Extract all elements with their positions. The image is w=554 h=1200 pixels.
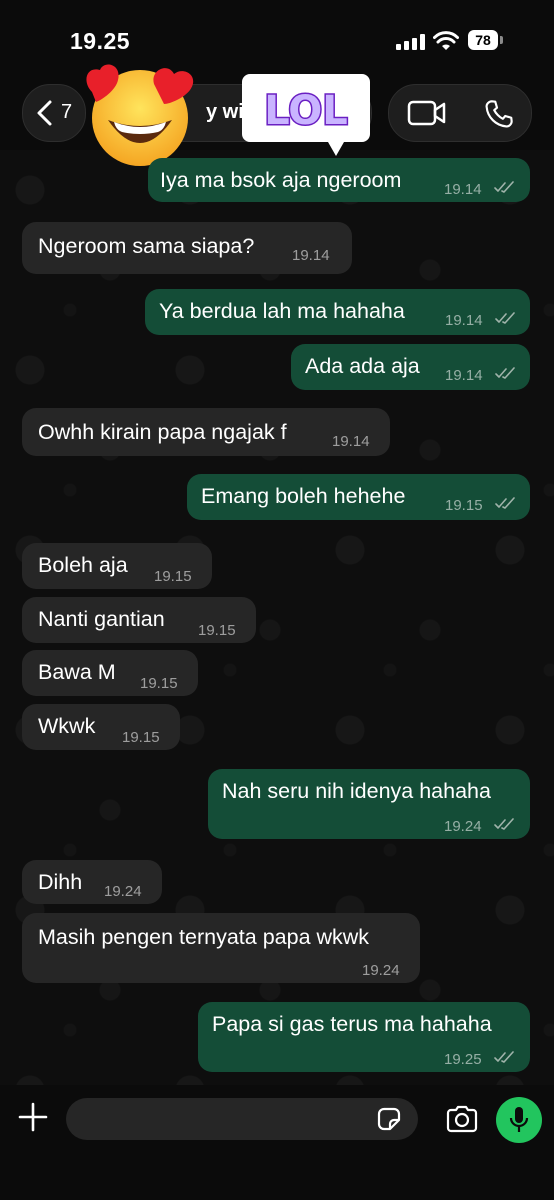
sticker-icon[interactable] [376,1106,402,1132]
camera-icon[interactable] [445,1105,479,1133]
incoming-message-bubble[interactable]: Boleh aja 19.15 [22,543,212,589]
phone-icon[interactable] [483,98,515,130]
read-ticks-icon [494,1051,514,1063]
message-text: Wkwk [38,714,96,738]
incoming-message-bubble[interactable]: Ngeroom sama siapa? 19.14 [22,222,352,274]
battery-level: 78 [468,30,498,50]
message-time: 19.15 [445,497,483,514]
read-ticks-icon [495,312,515,324]
message-time: 19.14 [292,247,330,264]
heart-eyes-emoji-icon [86,64,194,166]
message-text: Ya berdua lah ma hahaha [159,299,405,323]
message-time: 19.15 [122,729,160,746]
message-time: 19.24 [104,883,142,900]
incoming-message-bubble[interactable]: Bawa M 19.15 [22,650,198,696]
call-buttons [388,84,532,142]
microphone-icon [509,1107,529,1132]
message-time: 19.15 [154,568,192,585]
message-time: 19.14 [445,367,483,384]
incoming-message-bubble[interactable]: Nanti gantian 19.15 [22,597,256,643]
back-button[interactable]: 7 [22,84,86,142]
unread-count: 7 [61,101,73,123]
read-ticks-icon [495,497,515,509]
message-time: 19.15 [198,622,236,639]
message-text: Iya ma bsok aja ngeroom [160,168,402,192]
wifi-icon [433,30,459,52]
battery-icon: 78 [468,30,504,52]
message-input[interactable] [66,1098,418,1140]
outgoing-message-bubble[interactable]: Emang boleh hehehe 19.15 [187,474,530,520]
message-time: 19.24 [444,818,482,835]
chevron-left-icon [37,100,52,126]
cellular-signal-icon [396,34,426,50]
outgoing-message-bubble[interactable]: Ya berdua lah ma hahaha 19.14 [145,289,530,335]
incoming-message-bubble[interactable]: Masih pengen ternyata papa wkwk 19.24 [22,913,420,983]
outgoing-message-bubble[interactable]: Iya ma bsok aja ngeroom 19.14 [148,158,530,202]
video-camera-icon[interactable] [407,99,447,127]
outgoing-message-bubble[interactable]: Nah seru nih idenya hahaha 19.24 [208,769,530,839]
message-text: Boleh aja [38,553,128,577]
message-time: 19.25 [444,1051,482,1068]
read-ticks-icon [494,181,514,193]
status-time: 19.25 [70,28,131,54]
incoming-message-bubble[interactable]: Dihh 19.24 [22,860,162,904]
message-text: Nanti gantian [38,607,165,631]
message-text: Owhh kirain papa ngajak f [38,420,287,444]
outgoing-message-bubble[interactable]: Ada ada aja 19.14 [291,344,530,390]
composer-bar [0,1085,554,1200]
microphone-button[interactable] [496,1097,542,1143]
message-time: 19.14 [445,312,483,329]
message-text: Masih pengen ternyata papa wkwk [38,925,370,949]
message-time: 19.14 [444,181,482,198]
outgoing-message-bubble[interactable]: Papa si gas terus ma hahaha 19.25 [198,1002,530,1072]
lol-sticker-text: LOL [264,88,348,134]
message-text: Papa si gas terus ma hahaha [212,1012,492,1036]
plus-icon[interactable] [18,1102,48,1132]
lol-sticker: LOL [242,74,370,156]
message-time: 19.14 [332,433,370,450]
message-text: Emang boleh hehehe [201,484,406,508]
incoming-message-bubble[interactable]: Owhh kirain papa ngajak f 19.14 [22,408,390,456]
message-time: 19.24 [362,962,400,979]
read-ticks-icon [494,818,514,830]
message-text: Nah seru nih idenya hahaha [222,779,491,803]
message-text: Bawa M [38,660,116,684]
message-text: Ngeroom sama siapa? [38,234,255,258]
read-ticks-icon [495,367,515,379]
message-time: 19.15 [140,675,178,692]
incoming-message-bubble[interactable]: Wkwk 19.15 [22,704,180,750]
message-text: Dihh [38,870,83,894]
message-text: Ada ada aja [305,354,420,378]
